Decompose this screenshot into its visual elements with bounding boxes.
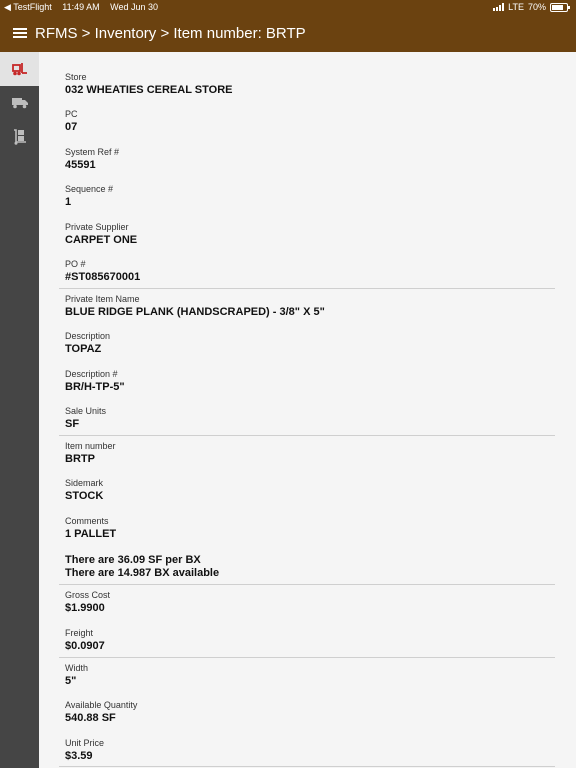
field-gross-cost: Gross Cost $1.9900 bbox=[65, 590, 110, 615]
field-value: 1 PALLET bbox=[65, 528, 117, 540]
field-value: $3.59 bbox=[65, 750, 93, 762]
field-label: Available Quantity bbox=[65, 700, 138, 710]
field-value: BLUE RIDGE PLANK (HANDSCRAPED) - 3/8" X … bbox=[65, 306, 325, 318]
field-system-ref: System Ref # 45591 bbox=[65, 147, 119, 172]
app-header: RFMS > Inventory > Item number: BRTP bbox=[0, 14, 576, 52]
field-label: Private Supplier bbox=[65, 222, 129, 232]
field-label: Sidemark bbox=[65, 478, 104, 488]
field-value: 07 bbox=[65, 121, 78, 133]
field-value: BRTP bbox=[65, 453, 95, 465]
field-label: Description # bbox=[65, 369, 118, 379]
field-available-quantity: Available Quantity 540.88 SF bbox=[65, 700, 137, 725]
sidebar-item-shipping[interactable] bbox=[0, 86, 39, 120]
dolly-icon bbox=[13, 129, 26, 145]
field-label: PO # bbox=[65, 259, 86, 269]
field-value: $0.0907 bbox=[65, 640, 105, 652]
field-value: 032 WHEATIES CEREAL STORE bbox=[65, 84, 233, 96]
field-label: Unit Price bbox=[65, 738, 105, 748]
back-to-app-link[interactable]: ◀ TestFlight bbox=[4, 2, 52, 12]
network-type: LTE bbox=[508, 2, 524, 12]
item-details: Store 032 WHEATIES CEREAL STORE PC 07 Sy… bbox=[39, 52, 576, 768]
field-value: STOCK bbox=[65, 490, 104, 502]
field-private-item-name: Private Item Name BLUE RIDGE PLANK (HAND… bbox=[65, 294, 325, 319]
section-divider bbox=[59, 657, 555, 658]
signal-icon bbox=[493, 3, 505, 11]
field-item-number: Item number BRTP bbox=[65, 441, 116, 466]
field-unit-price: Unit Price $3.59 bbox=[65, 738, 104, 763]
field-po: PO # #ST085670001 bbox=[65, 259, 140, 284]
field-label: Freight bbox=[65, 628, 94, 638]
battery-percent: 70% bbox=[527, 2, 546, 12]
field-value: 5" bbox=[65, 675, 77, 687]
field-value: CARPET ONE bbox=[65, 234, 138, 246]
available-box-info: There are 14.987 BX available bbox=[65, 567, 220, 579]
sidebar-item-inventory[interactable] bbox=[0, 52, 39, 86]
per-box-info: There are 36.09 SF per BX bbox=[65, 554, 201, 566]
status-bar: ◀ TestFlight 11:49 AM Wed Jun 30 LTE 70% bbox=[0, 0, 576, 14]
field-label: Description bbox=[65, 331, 111, 341]
field-pc: PC 07 bbox=[65, 109, 78, 134]
field-value: 1 bbox=[65, 196, 72, 208]
field-value: 45591 bbox=[65, 159, 96, 171]
field-label: Private Item Name bbox=[65, 294, 140, 304]
field-description: Description TOPAZ bbox=[65, 331, 110, 356]
field-value: BR/H-TP-5" bbox=[65, 381, 125, 393]
field-value: $1.9900 bbox=[65, 602, 105, 614]
field-freight: Freight $0.0907 bbox=[65, 628, 105, 653]
field-label: Gross Cost bbox=[65, 590, 111, 600]
field-label: Store bbox=[65, 72, 87, 82]
status-time: 11:49 AM bbox=[62, 2, 100, 12]
field-label: Sale Units bbox=[65, 406, 107, 416]
breadcrumb: RFMS > Inventory > Item number: BRTP bbox=[35, 24, 306, 42]
field-description-number: Description # BR/H-TP-5" bbox=[65, 369, 125, 394]
section-divider bbox=[59, 584, 555, 585]
sidebar bbox=[0, 52, 39, 768]
section-divider bbox=[59, 766, 555, 767]
box-info: There are 36.09 SF per BX There are 14.9… bbox=[65, 554, 219, 580]
field-store: Store 032 WHEATIES CEREAL STORE bbox=[65, 72, 232, 97]
field-label: System Ref # bbox=[65, 147, 120, 157]
field-label: PC bbox=[65, 109, 78, 119]
section-divider bbox=[59, 288, 555, 289]
truck-icon bbox=[11, 98, 28, 109]
field-label: Comments bbox=[65, 516, 109, 526]
field-label: Sequence # bbox=[65, 184, 114, 194]
field-sequence: Sequence # 1 bbox=[65, 184, 113, 209]
section-divider bbox=[59, 435, 555, 436]
status-date: Wed Jun 30 bbox=[110, 2, 159, 12]
field-value: SF bbox=[65, 418, 80, 430]
field-width: Width 5" bbox=[65, 663, 88, 688]
battery-icon bbox=[550, 2, 570, 12]
field-private-supplier: Private Supplier CARPET ONE bbox=[65, 222, 137, 247]
field-label: Width bbox=[65, 663, 89, 673]
field-sidemark: Sidemark STOCK bbox=[65, 478, 103, 503]
forklift-icon bbox=[11, 63, 27, 76]
field-comments: Comments 1 PALLET bbox=[65, 516, 116, 541]
field-value: 540.88 SF bbox=[65, 712, 116, 724]
field-value: #ST085670001 bbox=[65, 271, 141, 283]
menu-icon[interactable] bbox=[13, 28, 27, 38]
field-value: TOPAZ bbox=[65, 343, 102, 355]
field-sale-units: Sale Units SF bbox=[65, 406, 106, 431]
field-label: Item number bbox=[65, 441, 116, 451]
sidebar-item-receiving[interactable] bbox=[0, 120, 39, 154]
